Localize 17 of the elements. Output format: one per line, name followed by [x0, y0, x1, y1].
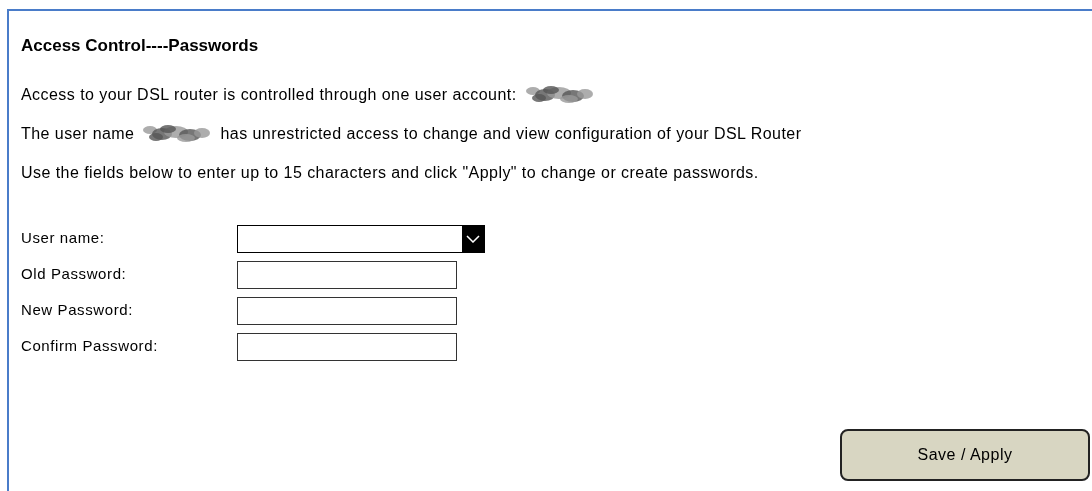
page-title: Access Control----Passwords	[21, 35, 259, 57]
info-text: The user name	[21, 123, 135, 144]
password-field[interactable]	[237, 332, 457, 361]
field-label: New Password:	[21, 300, 134, 321]
info-text: Access to your DSL router is controlled through one user account:	[21, 84, 517, 105]
password-field[interactable]	[237, 260, 457, 289]
info-text: Use the fields below to enter up to 15 characters and click "Apply" to change or create passwords.	[21, 162, 759, 183]
save-apply-button[interactable]: Save / Apply	[840, 429, 1090, 481]
info-text: has unrestricted access to change and view configuration of your DSL Router	[220, 123, 802, 144]
chevron-down-icon	[466, 234, 480, 243]
field-label: User name:	[21, 228, 106, 249]
field-label: Old Password:	[21, 264, 128, 285]
user-name-dropdown[interactable]	[237, 224, 485, 253]
redaction-scribble	[142, 123, 213, 144]
password-field[interactable]	[237, 296, 457, 325]
redaction-scribble	[524, 84, 595, 105]
field-label: Confirm Password:	[21, 336, 159, 357]
